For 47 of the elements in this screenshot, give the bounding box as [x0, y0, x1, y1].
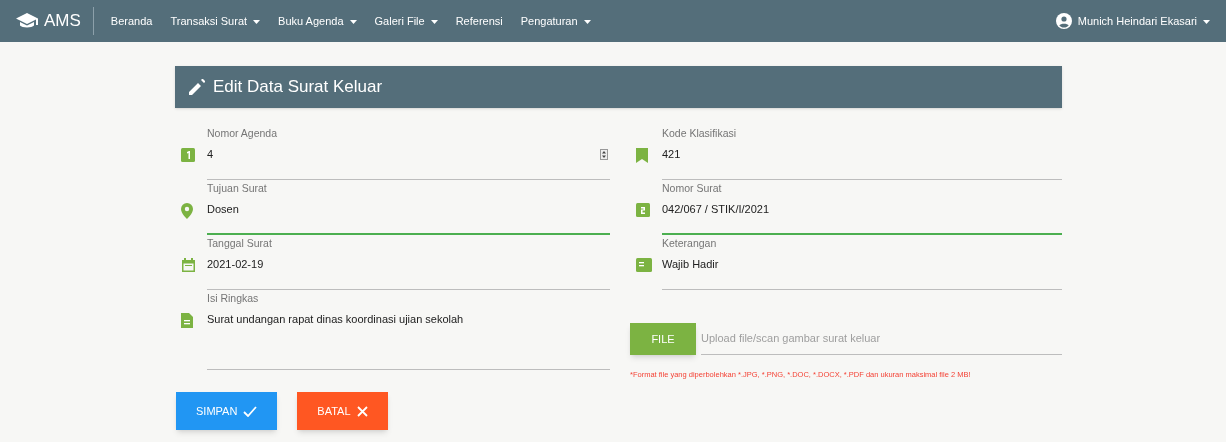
input-field[interactable]: Tujuan Surat Dosen — [207, 180, 610, 235]
field-label: Nomor Agenda — [207, 126, 279, 140]
field-value: 421 — [662, 147, 681, 161]
spinner-icon[interactable] — [600, 148, 608, 160]
field-label: Keterangan — [662, 236, 718, 250]
field-label: Isi Ringkas — [207, 291, 260, 305]
input-field[interactable]: Nomor Agenda 4 — [207, 125, 610, 180]
field-value: 2021-02-19 — [207, 257, 264, 271]
pencil-icon — [189, 79, 205, 95]
nav-menu-item[interactable]: Buku Agenda — [278, 12, 357, 30]
input-field[interactable]: Kode Klasifikasi 421 — [662, 125, 1062, 180]
close-icon — [356, 405, 368, 417]
location-pin-icon — [181, 203, 193, 219]
field-value: Wajib Hadir — [662, 257, 719, 271]
nav-menu-item[interactable]: Referensi — [455, 12, 503, 30]
field-placeholder: Upload file/scan gambar surat keluar — [701, 331, 881, 347]
brand-link[interactable]: AMS — [16, 7, 94, 35]
nav-menu-item[interactable]: Beranda — [110, 12, 153, 30]
brand-name: AMS — [44, 10, 81, 33]
user-avatar-icon — [1055, 13, 1072, 29]
number-two-icon — [636, 203, 650, 217]
number-one-icon — [181, 148, 195, 162]
field-value: Surat undangan rapat dinas koordinasi ujian sekolah — [207, 312, 464, 326]
input-field[interactable]: Tanggal Surat 2021-02-19 — [207, 235, 610, 290]
document-icon — [181, 313, 193, 328]
user-menu[interactable]: Munich Heindari Ekasari — [1055, 12, 1210, 30]
field-label: Tanggal Surat — [207, 236, 273, 250]
field-label: Tujuan Surat — [207, 181, 268, 195]
input-field[interactable]: Nomor Surat 042/067 / STIK/I/2021 — [662, 180, 1062, 235]
textarea-field[interactable]: Isi Ringkas Surat undangan rapat dinas koordinasi ujian sekolah — [207, 290, 610, 370]
bookmark-icon — [636, 148, 648, 163]
graduation-cap-icon — [16, 13, 38, 29]
cancel-button[interactable]: BATAL — [297, 392, 388, 431]
nav-menu-item[interactable]: Transaksi Surat — [170, 12, 261, 30]
field-value: 4 — [207, 147, 214, 161]
field-label: Nomor Surat — [662, 181, 723, 195]
save-button[interactable]: SIMPAN — [176, 392, 278, 431]
input-field[interactable]: Keterangan Wajib Hadir — [662, 235, 1062, 290]
field-value: 042/067 / STIK/I/2021 — [662, 202, 770, 216]
notes-icon — [636, 258, 652, 272]
nav-menu-item[interactable]: Pengaturan — [520, 12, 591, 30]
field-value: Dosen — [207, 202, 239, 216]
calendar-icon — [181, 258, 196, 273]
field-label: Kode Klasifikasi — [662, 126, 738, 140]
check-icon — [243, 405, 258, 417]
card-title: Edit Data Surat Keluar — [213, 76, 383, 99]
nav-menu-item[interactable]: Galeri File — [374, 12, 438, 30]
